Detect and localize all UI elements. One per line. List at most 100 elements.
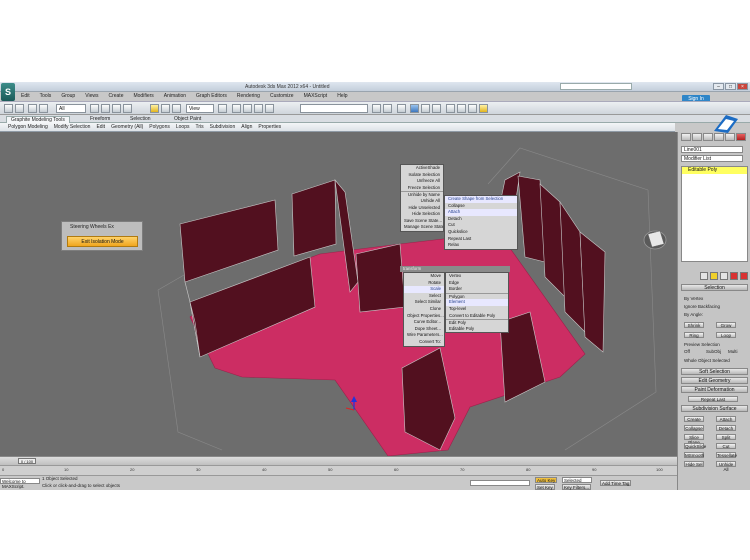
wall-center[interactable]	[355, 243, 406, 313]
auto-key-button[interactable]: Auto Key	[535, 477, 558, 483]
select-link-icon[interactable]	[28, 104, 37, 113]
quad-item[interactable]: Collapse	[445, 203, 517, 210]
angle-snap-icon[interactable]	[243, 104, 252, 113]
msmooth-button[interactable]: MSmooth	[684, 452, 704, 458]
exit-isolation-button[interactable]: Exit Isolation Mode	[67, 236, 138, 247]
cut-button[interactable]: Cut	[716, 443, 736, 449]
redo-icon[interactable]	[15, 104, 24, 113]
scale-icon[interactable]	[172, 104, 181, 113]
wall-left-back[interactable]	[179, 199, 279, 283]
rendered-frame-icon[interactable]	[468, 104, 477, 113]
quad-item[interactable]: Unfreeze All	[401, 178, 443, 185]
quad-item[interactable]: Clone	[404, 306, 444, 313]
quad-item[interactable]: Object Properties...	[404, 313, 444, 320]
menu-modifiers[interactable]: Modifiers	[128, 92, 158, 101]
ribbon-geometry-all[interactable]: Geometry (All)	[108, 124, 146, 130]
quad-item[interactable]: Convert To:	[404, 339, 444, 346]
named-selection-sets-dropdown[interactable]	[300, 104, 368, 113]
mirror-icon[interactable]	[372, 104, 381, 113]
time-slider-thumb[interactable]: 0 / 100	[18, 458, 36, 464]
by-angle-label[interactable]: By Angle:	[684, 312, 703, 317]
unlink-icon[interactable]	[39, 104, 48, 113]
hide-selected-button[interactable]: Hide Sel	[684, 461, 704, 467]
menu-graph-editors[interactable]: Graph Editors	[191, 92, 232, 101]
wall-back-a[interactable]	[291, 179, 337, 257]
menu-tools[interactable]: Tools	[35, 92, 57, 101]
snaps-toggle-icon[interactable]	[232, 104, 241, 113]
pin-stack-icon[interactable]	[700, 272, 708, 280]
slice-plane-button[interactable]: Slice Plane	[684, 434, 704, 445]
quad-item[interactable]: Wire Parameters...	[404, 332, 444, 339]
object-name-field[interactable]: Line001	[681, 146, 743, 153]
tessellate-button[interactable]: Tessellate	[716, 452, 737, 458]
preview-multi-radio[interactable]: Multi	[728, 349, 738, 354]
graphite-toggle-icon[interactable]	[410, 104, 419, 113]
maxscript-listener-field[interactable]: Welcome to MAXScript.	[0, 478, 40, 489]
menu-help[interactable]: Help	[332, 92, 352, 101]
render-setup-icon[interactable]	[457, 104, 466, 113]
quad-item[interactable]: Unhide All	[401, 198, 443, 205]
quad-item[interactable]: Repeat Last	[445, 236, 517, 243]
menu-maxscript[interactable]: MAXScript	[299, 92, 333, 101]
schematic-view-icon[interactable]	[432, 104, 441, 113]
ribbon-loops[interactable]: Loops	[173, 124, 193, 130]
rollout-paint-deformation[interactable]: Paint Deformation	[681, 386, 748, 393]
quad-item[interactable]: Move	[404, 273, 444, 280]
rollout-selection[interactable]: Selection	[681, 284, 748, 291]
quad-item[interactable]: Edit Poly	[446, 319, 508, 326]
app-menu-button[interactable]: S	[1, 83, 15, 101]
spinner-snap-icon[interactable]	[265, 104, 274, 113]
quad-item[interactable]: Create Shape from Selection	[445, 196, 517, 203]
menu-rendering[interactable]: Rendering	[232, 92, 265, 101]
region-select-icon[interactable]	[112, 104, 121, 113]
align-icon[interactable]	[383, 104, 392, 113]
selection-filter-dropdown[interactable]: All	[56, 104, 86, 113]
quad-item[interactable]: Quickslice	[445, 229, 517, 236]
menu-group[interactable]: Group	[56, 92, 80, 101]
undo-icon[interactable]	[4, 104, 13, 113]
key-filters-button[interactable]: Key Filters...	[562, 484, 592, 490]
quad-item[interactable]: Isolate Selection	[401, 172, 443, 179]
split-button[interactable]: Split	[716, 434, 736, 440]
quad-item[interactable]: Freeze Selection	[401, 185, 443, 192]
tab-selection[interactable]: Selection	[126, 116, 155, 123]
pivot-center-icon[interactable]	[218, 104, 227, 113]
material-editor-icon[interactable]	[446, 104, 455, 113]
window-crossing-icon[interactable]	[123, 104, 132, 113]
coordinate-display[interactable]	[470, 480, 530, 486]
quad-item[interactable]: Detach	[445, 216, 517, 223]
quad-item[interactable]: Rotate	[404, 280, 444, 287]
ribbon-edit[interactable]: Edit	[93, 124, 108, 130]
grow-button[interactable]: Grow	[716, 322, 736, 328]
select-object-icon[interactable]	[90, 104, 99, 113]
menu-customize[interactable]: Customize	[265, 92, 299, 101]
menu-animation[interactable]: Animation	[159, 92, 191, 101]
viewcube-icon[interactable]	[643, 230, 667, 250]
wall-right-curve-4[interactable]	[559, 200, 586, 333]
show-end-result-icon[interactable]	[710, 272, 718, 280]
select-by-name-icon[interactable]	[101, 104, 110, 113]
wall-right-curve-3[interactable]	[539, 183, 566, 298]
quad-item[interactable]: Editable Poly	[446, 326, 508, 333]
help-search-input[interactable]	[560, 83, 632, 90]
detach-button[interactable]: Detach	[716, 425, 736, 431]
percent-snap-icon[interactable]	[254, 104, 263, 113]
loop-button[interactable]: Loop	[716, 332, 736, 338]
render-production-icon[interactable]	[479, 104, 488, 113]
modifier-list-dropdown[interactable]: Modifier List	[681, 155, 743, 162]
quad-item[interactable]: Hide Selection	[401, 211, 443, 218]
ribbon-polygons[interactable]: Polygons	[146, 124, 173, 130]
preview-off-radio[interactable]: Off	[684, 349, 690, 354]
quad-item[interactable]: Border	[446, 286, 508, 293]
repeat-last-button[interactable]: Repeat Last	[688, 396, 738, 402]
modifier-stack-item[interactable]: Editable Poly	[682, 167, 747, 174]
create-tab-icon[interactable]	[681, 133, 691, 141]
quad-item[interactable]: Relax	[445, 242, 517, 249]
ribbon-modify-selection[interactable]: Modify Selection	[51, 124, 94, 130]
ribbon-polygon-modeling[interactable]: Polygon Modeling	[5, 124, 51, 130]
quad-item[interactable]: Unhide by Name	[401, 191, 443, 198]
quad-item[interactable]: Select Similar	[404, 299, 444, 306]
quad-item[interactable]: Save Scene State...	[401, 218, 443, 225]
ignore-backfacing-label[interactable]: Ignore Backfacing	[684, 304, 720, 309]
preview-subobj-radio[interactable]: SubObj	[706, 349, 721, 354]
